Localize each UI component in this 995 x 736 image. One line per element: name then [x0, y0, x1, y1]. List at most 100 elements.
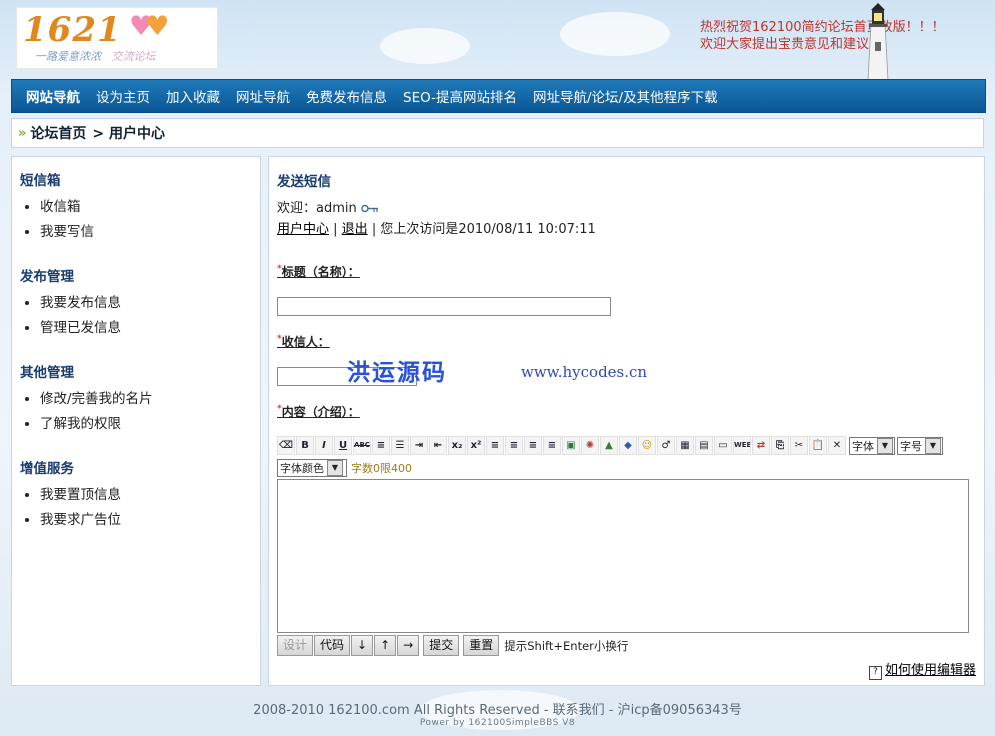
welcome-text: 欢迎：admin	[277, 197, 379, 216]
ordered-list-icon[interactable]: ≡	[372, 436, 390, 455]
header-notice: 热烈祝贺162100简约论坛首页改版！！！ 欢迎大家提出宝贵意见和建议！	[700, 19, 980, 53]
welcome-label: 欢迎：admin	[277, 201, 357, 216]
align-left-icon[interactable]: ≡	[486, 436, 504, 455]
chevron-down-icon: ▼	[925, 437, 941, 454]
align-justify-icon[interactable]: ≡	[524, 436, 542, 455]
user-links: 用户中心 | 退出 | 您上次访问是2010/08/11 10:07:11	[277, 218, 596, 237]
nav-url-guide[interactable]: 网址导航	[228, 86, 298, 106]
recipient-label: *收信人：	[277, 334, 330, 349]
main-panel: 发送短信 欢迎：admin 用户中心 | 退出 | 您上次访问是2010/08/…	[268, 156, 985, 686]
char-limit-text: 字数0限400	[351, 462, 412, 475]
size-select[interactable]: 字号 ▼	[897, 436, 943, 455]
special-char-icon[interactable]: ♂	[657, 436, 675, 455]
paste-icon[interactable]: 📋	[809, 436, 827, 455]
content-label: *内容（介绍）：	[277, 404, 360, 419]
indent-icon[interactable]: ⇥	[410, 436, 428, 455]
eraser-icon[interactable]: ⌫	[277, 436, 295, 455]
design-mode-button[interactable]: 设计	[277, 635, 314, 656]
cloud-decoration	[380, 28, 470, 64]
nav-site-guide[interactable]: 网站导航	[18, 86, 88, 106]
image-icon[interactable]: ▣	[562, 436, 580, 455]
emoticon-icon[interactable]: ☺	[638, 436, 656, 455]
editor-buttons: 设计 代码 ↓ ↑ → 提交 重置 提示Shift+Enter小换行	[277, 635, 628, 656]
editor-row2: 字体颜色 ▼ 字数0限400	[277, 459, 412, 477]
footer-powered-by: Power by 162100SimpleBBS V8	[419, 718, 576, 728]
link-icon[interactable]: ◆	[619, 436, 637, 455]
shift-enter-hint: 提示Shift+Enter小换行	[504, 638, 629, 653]
key-icon	[361, 204, 378, 213]
chevron-down-icon: ▼	[327, 460, 343, 476]
submit-button[interactable]: 提交	[423, 635, 460, 656]
nav-downloads[interactable]: 网址导航/论坛/及其他程序下载	[525, 86, 726, 106]
sidebar-section-title: 发布管理	[20, 269, 74, 285]
sidebar-item-ad-slot[interactable]: 我要求广告位	[40, 508, 252, 533]
logo-number: 1621	[23, 10, 122, 50]
footer-copyright: 2008-2010 162100.com All Rights Reserved…	[253, 703, 742, 718]
flash-icon[interactable]: ✺	[581, 436, 599, 455]
sidebar-item-edit-card[interactable]: 修改/完善我的名片	[40, 387, 252, 412]
logo-tagline: 一路爱意浓浓 交流论坛	[35, 50, 156, 63]
bold-icon[interactable]: B	[296, 436, 314, 455]
box-icon[interactable]: ▭	[714, 436, 732, 455]
chevron-down-icon: ▼	[877, 437, 893, 454]
align-center-icon[interactable]: ≡	[505, 436, 523, 455]
page-title: 发送短信	[277, 174, 331, 190]
sidebar-section-title: 其他管理	[20, 365, 74, 381]
editor-help: ? 如何使用编辑器	[868, 659, 976, 680]
cut-icon[interactable]: ✂	[790, 436, 808, 455]
superscript-icon[interactable]: x²	[467, 436, 485, 455]
media-icon[interactable]: ▲	[600, 436, 618, 455]
shrink-editor-button[interactable]: ↓	[351, 635, 374, 656]
swap-icon[interactable]: ⇄	[752, 436, 770, 455]
sidebar-item-permissions[interactable]: 了解我的权限	[40, 412, 252, 437]
sidebar-item-manage-posts[interactable]: 管理已发信息	[40, 316, 252, 341]
web-icon[interactable]: WEB	[733, 436, 751, 455]
help-icon: ?	[868, 666, 882, 680]
logout-link[interactable]: 退出	[342, 222, 368, 237]
sidebar: 短信箱 收信箱 我要写信 发布管理 我要发布信息 管理已发信息 其他管理 修改/…	[11, 156, 261, 686]
sidebar-section-title: 增值服务	[20, 461, 74, 477]
sidebar-item-post-info[interactable]: 我要发布信息	[40, 291, 252, 316]
lighthouse-icon	[867, 3, 889, 80]
font-color-select[interactable]: 字体颜色 ▼	[277, 459, 347, 477]
title-input[interactable]	[277, 297, 611, 316]
close-icon[interactable]: ✕	[828, 436, 846, 455]
grow-editor-button[interactable]: ↑	[374, 635, 397, 656]
watermark-url: www.hycodes.cn	[521, 363, 648, 381]
font-select[interactable]: 字体 ▼	[849, 436, 895, 455]
editor-help-link[interactable]: 如何使用编辑器	[885, 663, 976, 678]
reset-button[interactable]: 重置	[463, 635, 500, 656]
copy-icon[interactable]: ⎘	[771, 436, 789, 455]
italic-icon[interactable]: I	[315, 436, 333, 455]
site-logo[interactable]: 1621 ♥♥ 一路爱意浓浓 交流论坛	[16, 7, 218, 69]
strikethrough-icon[interactable]: ABC	[353, 436, 371, 455]
breadcrumb: » 论坛首页 > 用户中心	[11, 118, 984, 148]
notice-line: 热烈祝贺162100简约论坛首页改版！！！	[700, 20, 945, 35]
breadcrumb-current: > 用户中心	[92, 126, 166, 142]
horizontal-rule-icon[interactable]: ▤	[695, 436, 713, 455]
nav-free-post[interactable]: 免费发布信息	[298, 86, 395, 106]
last-visit-text: | 您上次访问是2010/08/11 10:07:11	[367, 222, 596, 237]
unordered-list-icon[interactable]: ☰	[391, 436, 409, 455]
sidebar-section-title: 短信箱	[20, 173, 61, 189]
main-nav: 网站导航 设为主页 加入收藏 网址导航 免费发布信息 SEO-提高网站排名 网址…	[11, 79, 986, 113]
align-right-icon[interactable]: ≡	[543, 436, 561, 455]
widen-editor-button[interactable]: →	[397, 635, 420, 656]
nav-add-favorite[interactable]: 加入收藏	[158, 86, 228, 106]
outdent-icon[interactable]: ⇤	[429, 436, 447, 455]
underline-icon[interactable]: U	[334, 436, 352, 455]
subscript-icon[interactable]: x₂	[448, 436, 466, 455]
sidebar-item-pin-info[interactable]: 我要置顶信息	[40, 483, 252, 508]
nav-seo[interactable]: SEO-提高网站排名	[395, 86, 525, 106]
watermark-text: 洪运源码	[347, 359, 447, 386]
code-mode-button[interactable]: 代码	[314, 635, 351, 656]
breadcrumb-home[interactable]: 论坛首页	[30, 123, 86, 143]
sidebar-item-inbox[interactable]: 收信箱	[40, 195, 252, 220]
content-editor[interactable]	[277, 479, 969, 633]
sidebar-item-write-message[interactable]: 我要写信	[40, 220, 252, 245]
user-center-link[interactable]: 用户中心	[277, 222, 329, 237]
title-label: *标题（名称）：	[277, 264, 360, 279]
cloud-decoration	[560, 12, 670, 56]
table-icon[interactable]: ▦	[676, 436, 694, 455]
nav-set-homepage[interactable]: 设为主页	[88, 86, 158, 106]
